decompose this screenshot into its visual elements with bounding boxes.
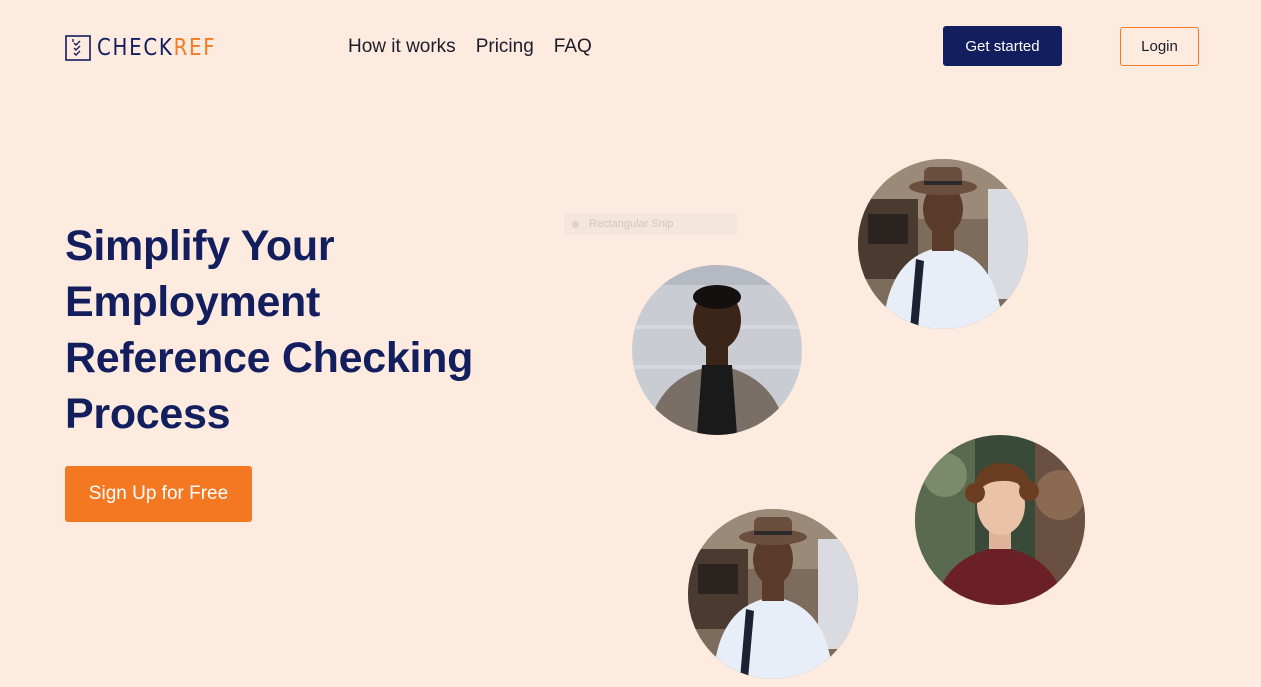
- logo-wordmark: CHECKREF: [97, 34, 217, 61]
- curly-haired-man-photo: [915, 435, 1085, 605]
- main-nav: How it works Pricing FAQ: [348, 34, 592, 60]
- nav-pricing[interactable]: Pricing: [476, 34, 534, 60]
- man-with-hat-photo-2: [688, 509, 858, 679]
- hero-title: Simplify Your Employment Reference Check…: [65, 222, 474, 438]
- sign-up-button[interactable]: Sign Up for Free: [65, 466, 252, 522]
- rectangular-snip-overlay: Rectangular Snip: [564, 213, 737, 235]
- get-started-button[interactable]: Get started: [943, 26, 1062, 66]
- login-button[interactable]: Login: [1120, 27, 1199, 66]
- logo[interactable]: CHECKREF: [65, 35, 236, 61]
- man-with-hat-photo: [858, 159, 1028, 329]
- logo-text-ref: REF: [173, 34, 217, 61]
- snip-label: Rectangular Snip: [589, 218, 674, 230]
- nav-how-it-works[interactable]: How it works: [348, 34, 456, 60]
- checklist-icon: [65, 35, 91, 61]
- landing-page: CHECKREF How it works Pricing FAQ Get st…: [0, 0, 1261, 687]
- man-in-blazer-photo: [632, 265, 802, 435]
- snip-icon: [572, 220, 579, 228]
- nav-faq[interactable]: FAQ: [554, 34, 592, 60]
- logo-text-check: CHECK: [97, 34, 174, 61]
